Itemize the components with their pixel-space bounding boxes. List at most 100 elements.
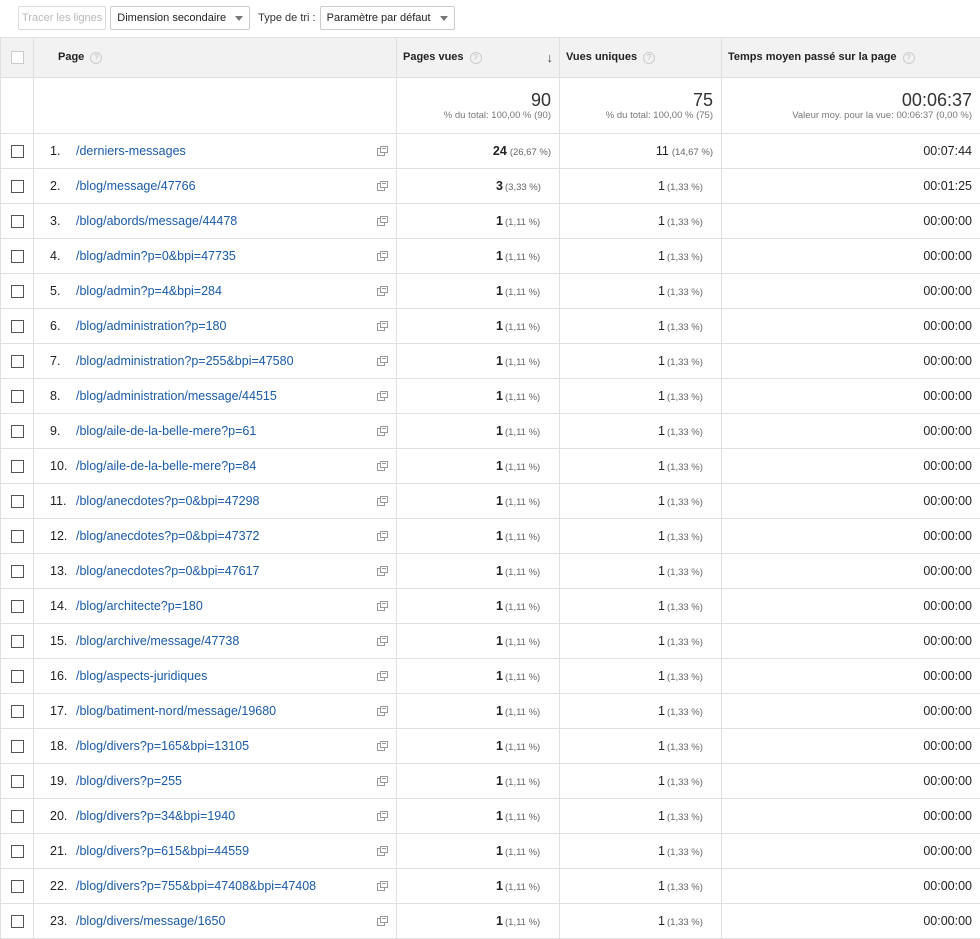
page-link[interactable]: /derniers-messages (76, 144, 186, 158)
row-checkbox[interactable] (10, 390, 24, 404)
open-page-icon[interactable] (377, 216, 388, 226)
pageviews-cell: 1 (1,11 %) (396, 728, 560, 764)
open-page-icon[interactable] (377, 321, 388, 331)
select-all-checkbox[interactable] (10, 51, 24, 64)
page-link[interactable]: /blog/administration?p=255&bpi=47580 (76, 354, 294, 368)
row-checkbox[interactable] (10, 355, 24, 369)
pageviews-cell: 1 (1,11 %) (396, 273, 560, 309)
column-header-avg-time[interactable]: Temps moyen passé sur la page? (721, 37, 980, 78)
open-page-icon[interactable] (377, 846, 388, 856)
help-icon[interactable]: ? (90, 51, 103, 64)
secondary-dimension-dropdown[interactable]: Dimension secondaire (110, 6, 251, 30)
avg-time-cell: 00:00:00 (721, 728, 980, 764)
row-checkbox[interactable] (10, 145, 24, 159)
page-link[interactable]: /blog/aile-de-la-belle-mere?p=61 (76, 424, 256, 438)
unique-percent: (1,33 %) (667, 287, 703, 298)
open-page-icon[interactable] (377, 461, 388, 471)
row-checkbox[interactable] (10, 880, 24, 894)
open-page-icon[interactable] (377, 531, 388, 541)
row-checkbox[interactable] (10, 600, 24, 614)
table-row: 17./blog/batiment-nord/message/19680 1 (1… (0, 693, 980, 729)
help-icon[interactable]: ? (902, 51, 915, 64)
column-header-pageviews[interactable]: Pages vues? ↓ (396, 37, 560, 78)
row-rank: 6. (50, 319, 61, 333)
help-icon[interactable]: ? (469, 51, 482, 64)
pageviews-cell: 1 (1,11 %) (396, 693, 560, 729)
row-checkbox[interactable] (10, 810, 24, 824)
table-row: 11./blog/anecdotes?p=0&bpi=47298 1 (1,11 … (0, 483, 980, 519)
row-checkbox[interactable] (10, 180, 24, 194)
avg-time-value: 00:00:00 (923, 389, 972, 403)
open-page-icon[interactable] (377, 566, 388, 576)
open-page-icon[interactable] (377, 741, 388, 751)
row-checkbox[interactable] (10, 250, 24, 264)
open-page-icon[interactable] (377, 601, 388, 611)
row-checkbox[interactable] (10, 740, 24, 754)
row-checkbox[interactable] (10, 705, 24, 719)
page-link[interactable]: /blog/divers?p=34&bpi=1940 (76, 809, 235, 823)
page-link[interactable]: /blog/divers?p=755&bpi=47408&bpi=47408 (76, 879, 316, 893)
page-link[interactable]: /blog/divers?p=615&bpi=44559 (76, 844, 249, 858)
row-checkbox[interactable] (10, 845, 24, 859)
help-icon[interactable]: ? (643, 51, 656, 64)
pageviews-percent: (1,11 %) (505, 427, 541, 438)
row-checkbox[interactable] (10, 670, 24, 684)
page-link[interactable]: /blog/administration?p=180 (76, 319, 226, 333)
open-page-icon[interactable] (377, 916, 388, 926)
open-page-icon[interactable] (377, 706, 388, 716)
row-rank: 11. (50, 494, 67, 508)
open-page-icon[interactable] (377, 286, 388, 296)
open-page-icon[interactable] (377, 356, 388, 366)
page-link[interactable]: /blog/batiment-nord/message/19680 (76, 704, 276, 718)
page-link[interactable]: /blog/divers/message/1650 (76, 914, 225, 928)
row-checkbox[interactable] (10, 460, 24, 474)
open-page-icon[interactable] (377, 881, 388, 891)
plot-rows-button[interactable]: Tracer les lignes (18, 6, 107, 30)
column-header-unique[interactable]: Vues uniques? (559, 37, 722, 78)
page-link[interactable]: /blog/architecte?p=180 (76, 599, 203, 613)
row-checkbox[interactable] (10, 285, 24, 299)
open-page-icon[interactable] (377, 636, 388, 646)
row-rank: 5. (50, 284, 61, 298)
page-link[interactable]: /blog/administration/message/44515 (76, 389, 277, 403)
open-page-icon[interactable] (377, 251, 388, 261)
page-link[interactable]: /blog/anecdotes?p=0&bpi=47298 (76, 494, 260, 508)
unique-cell: 1 (1,33 %) (559, 833, 722, 869)
page-link[interactable]: /blog/aile-de-la-belle-mere?p=84 (76, 459, 256, 473)
page-link[interactable]: /blog/anecdotes?p=0&bpi=47372 (76, 529, 260, 543)
row-checkbox[interactable] (10, 565, 24, 579)
open-page-icon[interactable] (377, 391, 388, 401)
open-page-icon[interactable] (377, 146, 388, 156)
unique-cell: 1 (1,33 %) (559, 238, 722, 274)
page-link[interactable]: /blog/archive/message/47738 (76, 634, 239, 648)
row-checkbox[interactable] (10, 530, 24, 544)
pageviews-percent: (1,11 %) (505, 497, 541, 508)
unique-value: 1 (658, 564, 665, 578)
sort-type-dropdown[interactable]: Paramètre par défaut (319, 6, 455, 30)
open-page-icon[interactable] (377, 496, 388, 506)
page-link[interactable]: /blog/abords/message/44478 (76, 214, 237, 228)
row-checkbox[interactable] (10, 425, 24, 439)
page-link[interactable]: /blog/admin?p=4&bpi=284 (76, 284, 222, 298)
page-link[interactable]: /blog/admin?p=0&bpi=47735 (76, 249, 236, 263)
page-link[interactable]: /blog/divers?p=165&bpi=13105 (76, 739, 249, 753)
sort-descending-icon[interactable]: ↓ (547, 50, 554, 65)
row-checkbox[interactable] (10, 915, 24, 929)
open-page-icon[interactable] (377, 181, 388, 191)
open-page-icon[interactable] (377, 671, 388, 681)
row-checkbox[interactable] (10, 320, 24, 334)
unique-cell: 1 (1,33 %) (559, 518, 722, 554)
page-link[interactable]: /blog/divers?p=255 (76, 774, 182, 788)
page-link[interactable]: /blog/message/47766 (76, 179, 196, 193)
open-page-icon[interactable] (377, 776, 388, 786)
page-link[interactable]: /blog/aspects-juridiques (76, 669, 207, 683)
open-page-icon[interactable] (377, 426, 388, 436)
column-header-page[interactable]: Page? (33, 37, 397, 78)
row-rank: 15. (50, 634, 68, 648)
row-checkbox[interactable] (10, 775, 24, 789)
row-checkbox[interactable] (10, 215, 24, 229)
row-checkbox[interactable] (10, 495, 24, 509)
open-page-icon[interactable] (377, 811, 388, 821)
page-link[interactable]: /blog/anecdotes?p=0&bpi=47617 (76, 564, 260, 578)
row-checkbox[interactable] (10, 635, 24, 649)
